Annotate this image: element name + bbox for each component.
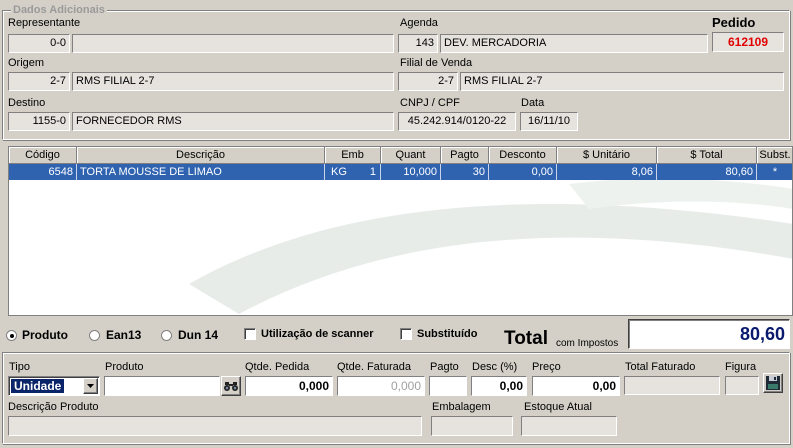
col-desconto-header[interactable]: Desconto <box>489 147 557 164</box>
filial-venda-name-field[interactable]: RMS FILIAL 2-7 <box>460 72 784 91</box>
total-value-field: 80,60 <box>628 319 790 349</box>
tipo-label: Tipo <box>9 361 30 373</box>
col-unitario-header[interactable]: $ Unitário <box>557 147 657 164</box>
cnpj-label: CNPJ / CPF <box>400 97 460 109</box>
col-codigo-header[interactable]: Código <box>9 147 77 164</box>
data-field[interactable]: 16/11/10 <box>520 112 578 131</box>
col-emb-header[interactable]: Emb <box>325 147 381 164</box>
tipo-select-value: Unidade <box>11 379 65 393</box>
figura-label: Figura <box>725 361 757 373</box>
cell-total: 80,60 <box>657 164 757 180</box>
scanner-checkbox-label[interactable]: Utilização de scanner <box>261 328 374 340</box>
col-total-header[interactable]: $ Total <box>657 147 757 164</box>
destino-label: Destino <box>8 97 46 109</box>
total-faturado-field <box>624 376 720 395</box>
representante-code-field[interactable]: 0-0 <box>8 34 70 53</box>
items-grid[interactable]: Código Descrição Emb Quant Pagto Descont… <box>8 146 793 316</box>
pedido-number-field: 612109 <box>712 32 784 52</box>
cell-quant: 10,000 <box>381 164 441 180</box>
floppy-disk-icon <box>766 376 780 390</box>
desc-label: Desc (%) <box>472 361 518 373</box>
agenda-name-field[interactable]: DEV. MERCADORIA <box>440 34 708 53</box>
produto-input[interactable] <box>104 376 220 396</box>
cnpj-field[interactable]: 45.242.914/0120-22 <box>398 112 516 131</box>
pagto-input[interactable] <box>429 376 467 396</box>
origem-code-field[interactable]: 2-7 <box>8 72 70 91</box>
agenda-code-field[interactable]: 143 <box>398 34 438 53</box>
cell-descricao: TORTA MOUSSE DE LIMAO <box>77 164 325 180</box>
agenda-label: Agenda <box>400 17 438 29</box>
origem-name-field[interactable]: RMS FILIAL 2-7 <box>72 72 394 91</box>
cell-emb-unit: KG <box>331 166 347 178</box>
scanner-checkbox[interactable] <box>244 328 256 340</box>
descricao-produto-label: Descrição Produto <box>8 401 99 413</box>
table-row[interactable]: 6548 TORTA MOUSSE DE LIMAO KG 1 10,000 3… <box>9 164 792 180</box>
cell-unitario: 8,06 <box>557 164 657 180</box>
qtde-faturada-input: 0,000 <box>337 376 425 396</box>
ean13-radio-label[interactable]: Ean13 <box>106 328 141 342</box>
col-subst-header[interactable]: Subst. <box>757 147 792 164</box>
descricao-produto-field <box>8 416 422 436</box>
binoculars-icon <box>224 382 238 391</box>
qtde-pedida-label: Qtde. Pedida <box>245 361 310 373</box>
qtde-pedida-input[interactable]: 0,000 <box>245 376 333 396</box>
cell-emb-qty: 1 <box>369 166 376 178</box>
substituido-checkbox[interactable] <box>400 328 412 340</box>
filial-venda-label: Filial de Venda <box>400 57 473 69</box>
destino-code-field[interactable]: 1155-0 <box>8 112 70 131</box>
total-sub-label: com Impostos <box>556 338 619 349</box>
watermark-swoosh <box>189 178 792 314</box>
origem-label: Origem <box>8 57 45 69</box>
substituido-checkbox-label[interactable]: Substituído <box>417 328 478 340</box>
dados-adicionais-title: Dados Adicionais <box>11 4 107 16</box>
desc-input[interactable]: 0,00 <box>471 376 527 396</box>
produto-radio[interactable] <box>6 330 17 341</box>
tipo-select[interactable]: Unidade <box>8 376 100 396</box>
produto-radio-label[interactable]: Produto <box>22 328 68 342</box>
preco-input[interactable]: 0,00 <box>532 376 620 396</box>
save-button[interactable] <box>763 373 783 393</box>
produto-label: Produto <box>105 361 144 373</box>
dun14-radio[interactable] <box>161 330 172 341</box>
cell-pagto: 30 <box>441 164 489 180</box>
tipo-dropdown-button[interactable] <box>83 378 98 394</box>
representante-label: Representante <box>8 17 81 29</box>
cell-subst: * <box>757 164 792 180</box>
estoque-field <box>521 416 617 436</box>
data-label: Data <box>521 97 545 109</box>
pagto-label: Pagto <box>430 361 459 373</box>
col-pagto-header[interactable]: Pagto <box>441 147 489 164</box>
total-label: Total <box>504 328 548 349</box>
cell-desconto: 0,00 <box>489 164 557 180</box>
estoque-label: Estoque Atual <box>524 401 592 413</box>
total-faturado-label: Total Faturado <box>625 361 696 373</box>
chevron-down-icon <box>87 384 94 388</box>
destino-name-field[interactable]: FORNECEDOR RMS <box>72 112 394 131</box>
cell-codigo: 6548 <box>9 164 77 180</box>
ean13-radio[interactable] <box>89 330 100 341</box>
cell-emb: KG 1 <box>325 164 381 180</box>
pedido-label: Pedido <box>712 15 756 30</box>
figura-field <box>725 376 759 395</box>
search-product-button[interactable] <box>221 376 241 396</box>
dun14-radio-label[interactable]: Dun 14 <box>178 328 218 342</box>
representante-name-field[interactable] <box>72 34 394 53</box>
qtde-faturada-label: Qtde. Faturada <box>337 361 411 373</box>
col-quant-header[interactable]: Quant <box>381 147 441 164</box>
embalagem-field <box>431 416 513 436</box>
embalagem-label: Embalagem <box>432 401 491 413</box>
filial-venda-code-field[interactable]: 2-7 <box>398 72 458 91</box>
col-descricao-header[interactable]: Descrição <box>77 147 325 164</box>
preco-label: Preço <box>532 361 561 373</box>
